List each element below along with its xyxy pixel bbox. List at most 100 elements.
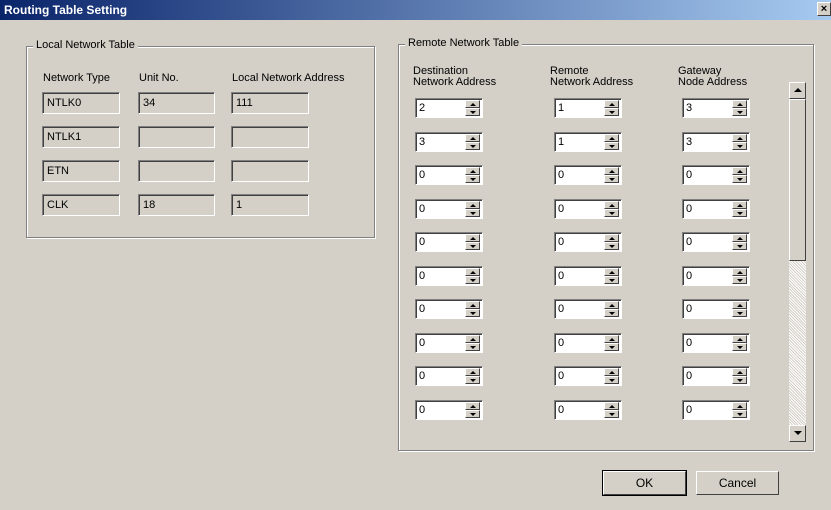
spinbox-value[interactable]: 0 xyxy=(558,370,564,382)
spin-up-arrow-icon[interactable] xyxy=(604,134,619,142)
spin-buttons[interactable] xyxy=(604,368,619,384)
spin-buttons[interactable] xyxy=(465,167,480,183)
spin-down-arrow-icon[interactable] xyxy=(732,309,747,317)
spin-buttons[interactable] xyxy=(604,134,619,150)
spin-down-arrow-icon[interactable] xyxy=(604,309,619,317)
spin-up-arrow-icon[interactable] xyxy=(465,134,480,142)
remote-network-address-spinbox[interactable]: 0 xyxy=(554,333,622,353)
gateway-node-address-spinbox[interactable]: 0 xyxy=(682,333,750,353)
spinbox-value[interactable]: 0 xyxy=(558,169,564,181)
spin-down-arrow-icon[interactable] xyxy=(604,343,619,351)
spin-buttons[interactable] xyxy=(732,134,747,150)
spin-down-arrow-icon[interactable] xyxy=(732,410,747,418)
gateway-node-address-spinbox[interactable]: 0 xyxy=(682,165,750,185)
destination-network-address-spinbox[interactable]: 0 xyxy=(415,232,483,252)
destination-network-address-spinbox[interactable]: 0 xyxy=(415,266,483,286)
spin-down-arrow-icon[interactable] xyxy=(465,276,480,284)
spin-down-arrow-icon[interactable] xyxy=(465,142,480,150)
spin-buttons[interactable] xyxy=(604,100,619,116)
remote-network-address-spinbox[interactable]: 0 xyxy=(554,165,622,185)
spin-buttons[interactable] xyxy=(465,301,480,317)
spin-buttons[interactable] xyxy=(732,268,747,284)
gateway-node-address-spinbox[interactable]: 0 xyxy=(682,266,750,286)
gateway-node-address-spinbox[interactable]: 0 xyxy=(682,199,750,219)
spin-buttons[interactable] xyxy=(732,100,747,116)
spin-up-arrow-icon[interactable] xyxy=(604,402,619,410)
spin-up-arrow-icon[interactable] xyxy=(465,335,480,343)
scroll-down-arrow-icon[interactable] xyxy=(789,425,806,442)
spinbox-value[interactable]: 0 xyxy=(419,404,425,416)
spin-down-arrow-icon[interactable] xyxy=(732,376,747,384)
spin-buttons[interactable] xyxy=(732,234,747,250)
gateway-node-address-spinbox[interactable]: 3 xyxy=(682,132,750,152)
spin-down-arrow-icon[interactable] xyxy=(604,108,619,116)
spin-buttons[interactable] xyxy=(732,167,747,183)
remote-network-address-spinbox[interactable]: 0 xyxy=(554,232,622,252)
spin-buttons[interactable] xyxy=(465,268,480,284)
remote-network-address-spinbox[interactable]: 0 xyxy=(554,366,622,386)
cancel-button[interactable]: Cancel xyxy=(696,471,779,495)
spin-down-arrow-icon[interactable] xyxy=(465,410,480,418)
spin-down-arrow-icon[interactable] xyxy=(732,276,747,284)
spin-down-arrow-icon[interactable] xyxy=(604,209,619,217)
gateway-node-address-spinbox[interactable]: 0 xyxy=(682,400,750,420)
ok-button[interactable]: OK xyxy=(602,470,687,496)
spin-up-arrow-icon[interactable] xyxy=(465,100,480,108)
spinbox-value[interactable]: 0 xyxy=(558,270,564,282)
destination-network-address-spinbox[interactable]: 0 xyxy=(415,366,483,386)
spinbox-value[interactable]: 0 xyxy=(419,303,425,315)
remote-network-address-spinbox[interactable]: 1 xyxy=(554,98,622,118)
spinbox-value[interactable]: 0 xyxy=(686,203,692,215)
spin-up-arrow-icon[interactable] xyxy=(465,167,480,175)
spin-buttons[interactable] xyxy=(465,335,480,351)
spin-buttons[interactable] xyxy=(732,301,747,317)
spin-down-arrow-icon[interactable] xyxy=(604,276,619,284)
spin-buttons[interactable] xyxy=(732,201,747,217)
spin-down-arrow-icon[interactable] xyxy=(604,410,619,418)
spin-buttons[interactable] xyxy=(732,402,747,418)
spin-up-arrow-icon[interactable] xyxy=(732,402,747,410)
spin-buttons[interactable] xyxy=(465,201,480,217)
spinbox-value[interactable]: 0 xyxy=(686,169,692,181)
destination-network-address-spinbox[interactable]: 0 xyxy=(415,333,483,353)
spin-up-arrow-icon[interactable] xyxy=(604,301,619,309)
spin-buttons[interactable] xyxy=(604,234,619,250)
scroll-up-arrow-icon[interactable] xyxy=(789,82,806,99)
destination-network-address-spinbox[interactable]: 2 xyxy=(415,98,483,118)
spin-buttons[interactable] xyxy=(465,402,480,418)
remote-network-address-spinbox[interactable]: 0 xyxy=(554,199,622,219)
spin-up-arrow-icon[interactable] xyxy=(604,368,619,376)
spin-buttons[interactable] xyxy=(465,134,480,150)
destination-network-address-spinbox[interactable]: 0 xyxy=(415,199,483,219)
spin-down-arrow-icon[interactable] xyxy=(732,108,747,116)
destination-network-address-spinbox[interactable]: 0 xyxy=(415,400,483,420)
spinbox-value[interactable]: 3 xyxy=(419,136,425,148)
spin-down-arrow-icon[interactable] xyxy=(732,209,747,217)
spin-down-arrow-icon[interactable] xyxy=(465,343,480,351)
spin-up-arrow-icon[interactable] xyxy=(732,167,747,175)
spinbox-value[interactable]: 1 xyxy=(558,136,564,148)
spinbox-value[interactable]: 0 xyxy=(686,270,692,282)
spin-down-arrow-icon[interactable] xyxy=(732,242,747,250)
spinbox-value[interactable]: 0 xyxy=(686,404,692,416)
spin-up-arrow-icon[interactable] xyxy=(732,134,747,142)
spin-buttons[interactable] xyxy=(604,167,619,183)
spinbox-value[interactable]: 2 xyxy=(419,102,425,114)
remote-network-address-spinbox[interactable]: 1 xyxy=(554,132,622,152)
spin-down-arrow-icon[interactable] xyxy=(732,142,747,150)
spin-buttons[interactable] xyxy=(732,368,747,384)
spin-up-arrow-icon[interactable] xyxy=(465,234,480,242)
spin-up-arrow-icon[interactable] xyxy=(732,234,747,242)
spin-up-arrow-icon[interactable] xyxy=(732,368,747,376)
spin-up-arrow-icon[interactable] xyxy=(604,167,619,175)
gateway-node-address-spinbox[interactable]: 0 xyxy=(682,366,750,386)
spin-down-arrow-icon[interactable] xyxy=(465,309,480,317)
spinbox-value[interactable]: 0 xyxy=(419,203,425,215)
spin-buttons[interactable] xyxy=(604,402,619,418)
spinbox-value[interactable]: 0 xyxy=(419,236,425,248)
spin-buttons[interactable] xyxy=(465,234,480,250)
spinbox-value[interactable]: 0 xyxy=(558,404,564,416)
spin-up-arrow-icon[interactable] xyxy=(465,368,480,376)
spin-down-arrow-icon[interactable] xyxy=(732,343,747,351)
spin-buttons[interactable] xyxy=(465,368,480,384)
